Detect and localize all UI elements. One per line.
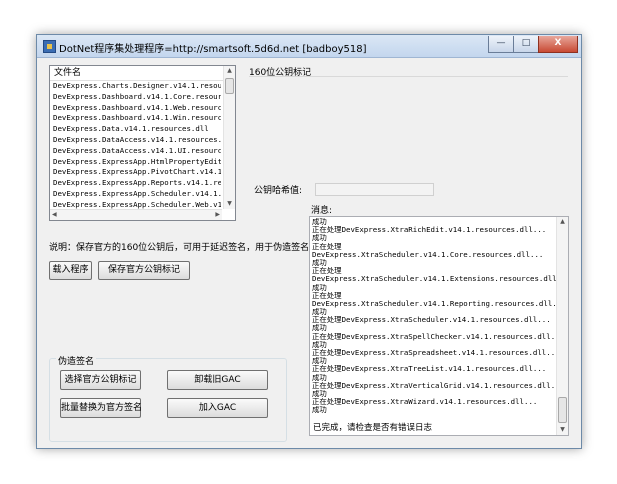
token-hash-label: 公钥哈希值: [254,186,303,196]
message-line: DevExpress.XtraScheduler.v14.1.Reporting… [312,299,556,308]
file-list-item[interactable]: DevExpress.Dashboard.v14.1.Web.resource.… [53,103,221,114]
close-button[interactable]: X [538,36,578,53]
file-list[interactable]: 文件名 DevExpress.Charts.Designer.v14.1.res… [49,65,236,221]
message-line: 成功 [312,357,327,366]
message-line: 成功 [312,308,327,317]
message-line: 成功 [312,340,327,349]
message-line: 正在处理 [312,242,342,251]
load-program-button[interactable]: 载入程序 [49,261,92,280]
message-line: 成功 [312,373,327,382]
message-lines: 成功 正在处理DevExpress.XtraRichEdit.v14.1.reso… [312,218,556,415]
message-line: DevExpress.XtraScheduler.v14.1.Core.reso… [312,250,544,259]
file-list-item[interactable]: DevExpress.ExpressApp.HtmlPropertyEdito.… [53,157,221,168]
scroll-down-icon[interactable]: ▼ [224,199,235,209]
public-key-divider [249,76,568,77]
message-line: 正在处理DevExpress.XtraScheduler.v14.1.resou… [312,316,551,325]
token-hash-field[interactable] [315,183,434,196]
message-line: 成功 [312,258,327,267]
message-line: 正在处理DevExpress.XtraSpreadsheet.v14.1.res… [312,349,556,357]
scroll-down-icon[interactable]: ▼ [557,425,568,435]
message-line: 正在处理DevExpress.XtraRichEdit.v14.1.resour… [312,226,547,235]
messages-label: 消息: [311,206,333,216]
file-list-item[interactable]: DevExpress.Dashboard.v14.1.Win.resource.… [53,113,221,124]
fake-sign-group-title: 伪造签名 [56,354,97,367]
app-icon [43,40,56,53]
message-line: 成功 [312,283,327,292]
unload-gac-button[interactable]: 卸载旧GAC [167,370,268,390]
message-line: 正在处理 [312,267,342,276]
scroll-thumb[interactable] [225,78,234,94]
file-list-item[interactable]: DevExpress.ExpressApp.Reports.v14.1.res.… [53,178,221,189]
note-text: 说明：保存官方的160位公钥后，可用于延迟签名，用于伪造签名 [49,243,310,253]
message-line: 成功 [312,406,327,415]
save-token-button[interactable]: 保存官方公钥标记 [98,261,190,280]
scroll-up-icon[interactable]: ▲ [224,66,235,76]
add-gac-button[interactable]: 加入GAC [167,398,268,418]
message-line: 成功 [312,218,327,226]
title-bar[interactable]: DotNet程序集处理程序=http://smartsoft.5d6d.net … [37,35,581,58]
message-line: 正在处理DevExpress.XtraWizard.v14.1.resource… [312,398,538,407]
scroll-thumb[interactable] [558,397,567,423]
minimize-button[interactable]: — [488,36,514,53]
batch-replace-button[interactable]: 批量替换为官方签名 [60,398,142,418]
status-text: 已完成，请检查是否有错误日志 [313,423,433,433]
scroll-right-icon[interactable]: ▶ [215,211,220,218]
file-list-item[interactable]: DevExpress.Charts.Designer.v14.1.resour.… [53,81,221,92]
file-list-items: DevExpress.Charts.Designer.v14.1.resour.… [53,81,221,220]
select-token-button[interactable]: 选择官方公钥标记 [60,370,141,390]
message-line: DevExpress.XtraScheduler.v14.1.Extension… [312,275,556,284]
file-list-item[interactable]: DevExpress.ExpressApp.PivotChart.v14.1..… [53,167,221,178]
window-title: DotNet程序集处理程序=http://smartsoft.5d6d.net … [59,44,367,55]
file-list-item[interactable]: DevExpress.ExpressApp.Scheduler.v14.1.r.… [53,189,221,200]
file-list-item[interactable]: DevExpress.DataAccess.v14.1.UI.resourca.… [53,146,221,157]
maximize-button[interactable]: □ [513,36,539,53]
main-window: DotNet程序集处理程序=http://smartsoft.5d6d.net … [36,34,582,449]
scroll-left-icon[interactable]: ◀ [52,211,57,218]
message-log[interactable]: 成功 正在处理DevExpress.XtraRichEdit.v14.1.reso… [309,216,569,436]
message-line: 正在处理DevExpress.XtraVerticalGrid.v14.1.re… [312,381,556,390]
message-line: 成功 [312,324,327,333]
message-line: 正在处理DevExpress.XtraSpellChecker.v14.1.re… [312,332,556,341]
scroll-up-icon[interactable]: ▲ [557,217,568,227]
file-list-header[interactable]: 文件名 [50,66,226,81]
file-list-item[interactable]: DevExpress.DataAccess.v14.1.resources.dl… [53,135,221,146]
file-list-vscrollbar[interactable]: ▲ ▼ [223,66,235,209]
message-line: 成功 [312,389,327,398]
message-log-vscrollbar[interactable]: ▲ ▼ [556,217,568,435]
file-list-item[interactable]: DevExpress.Dashboard.v14.1.Core.resourc.… [53,92,221,103]
file-list-item[interactable]: DevExpress.Data.v14.1.resources.dll [53,124,221,135]
message-line: 成功 [312,234,327,243]
file-list-hscrollbar[interactable]: ◀ ▶ [50,209,222,220]
message-line: 正在处理 [312,291,342,300]
message-line: 正在处理DevExpress.XtraTreeList.v14.1.resour… [312,365,547,374]
